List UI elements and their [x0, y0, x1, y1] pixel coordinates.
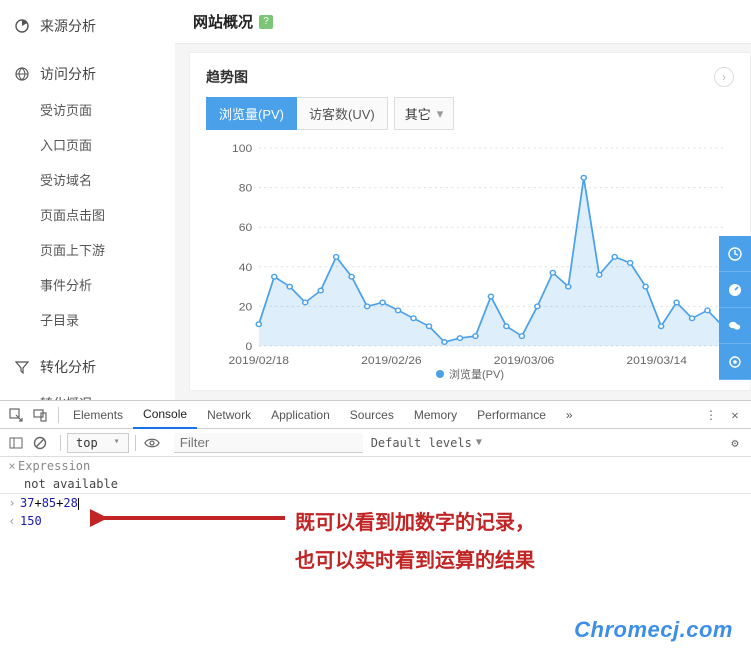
tab-uv[interactable]: 访客数(UV) — [297, 97, 388, 130]
tab-sources[interactable]: Sources — [340, 401, 404, 429]
tab-elements[interactable]: Elements — [63, 401, 133, 429]
separator — [58, 407, 59, 423]
main: 网站概况 ? 趋势图 › 浏览量(PV) 访客数(UV) 其它 ▾ 0 20 40 6… — [175, 0, 751, 400]
legend-dot-icon — [436, 370, 444, 378]
chevron-down-icon: ▼ — [476, 437, 482, 448]
sidebar-group-label: 来源分析 — [40, 16, 96, 36]
pie-icon — [14, 18, 30, 34]
target-icon[interactable] — [719, 344, 751, 380]
watermark: Chromecj.com — [574, 617, 733, 643]
live-expression-row[interactable]: × Expression — [0, 457, 751, 475]
kebab-icon[interactable]: ⋮ — [701, 405, 721, 425]
legend-label: 浏览量(PV) — [449, 366, 504, 382]
sidebar-item-click-map[interactable]: 页面点击图 — [0, 197, 175, 232]
wechat-icon[interactable] — [719, 308, 751, 344]
sidebar-group-label: 转化分析 — [40, 357, 96, 377]
trend-card: 趋势图 › 浏览量(PV) 访客数(UV) 其它 ▾ 0 20 40 60 80 100 2… — [189, 52, 751, 391]
svg-text:60: 60 — [239, 223, 252, 234]
text-cursor — [78, 498, 79, 510]
console-output-row: ‹ 150 — [0, 512, 751, 530]
token-num: 85 — [42, 496, 56, 510]
sidebar-item-event-analysis[interactable]: 事件分析 — [0, 267, 175, 302]
trend-chart: 0 20 40 60 80 100 2019/02/18 2019/02/26 2019/03/… — [206, 142, 734, 382]
globe-icon — [14, 66, 30, 82]
not-available-text: not available — [24, 477, 118, 491]
svg-text:100: 100 — [232, 143, 252, 154]
tab-other-label: 其它 — [405, 104, 431, 123]
console-sidebar-toggle-icon[interactable] — [6, 433, 26, 453]
token-num: 28 — [63, 496, 77, 510]
chart-legend: 浏览量(PV) — [436, 366, 504, 382]
tab-pv[interactable]: 浏览量(PV) — [206, 97, 297, 130]
tab-performance[interactable]: Performance — [467, 401, 556, 429]
svg-text:0: 0 — [245, 341, 252, 352]
console-toolbar: top Default levels ▼ ⚙ — [0, 429, 751, 457]
levels-select[interactable]: Default levels ▼ — [371, 436, 482, 450]
sidebar-item-page-flow[interactable]: 页面上下游 — [0, 232, 175, 267]
close-icon[interactable]: ✕ — [725, 408, 745, 422]
sidebar-item-visited-domains[interactable]: 受访域名 — [0, 162, 175, 197]
tab-network[interactable]: Network — [197, 401, 261, 429]
svg-text:20: 20 — [239, 302, 252, 313]
separator — [135, 435, 136, 451]
float-toolbar — [719, 236, 751, 380]
svg-text:2019/02/18: 2019/02/18 — [229, 355, 289, 366]
filter-input[interactable] — [174, 433, 363, 453]
sidebar-group-conversion[interactable]: 转化分析 — [0, 349, 175, 385]
sidebar: 来源分析 访问分析 受访页面 入口页面 受访域名 页面点击图 页面上下游 事件分… — [0, 0, 175, 400]
dashboard-icon[interactable] — [719, 272, 751, 308]
chevron-down-icon: ▾ — [437, 106, 444, 122]
sidebar-group-visit[interactable]: 访问分析 — [0, 56, 175, 92]
card-title: 趋势图 — [206, 67, 248, 87]
levels-label: Default levels — [371, 436, 472, 450]
funnel-icon — [14, 359, 30, 375]
tab-console[interactable]: Console — [133, 401, 197, 429]
output-icon: ‹ — [6, 514, 18, 528]
remove-icon[interactable]: × — [6, 459, 18, 473]
console-body: × Expression not available › 37+85+28 ‹ … — [0, 457, 751, 530]
tab-overflow[interactable]: » — [556, 401, 583, 429]
page-title: 网站概况 — [193, 11, 253, 32]
expression-label: Expression — [18, 459, 90, 473]
clock-icon[interactable] — [719, 236, 751, 272]
sidebar-group-source[interactable]: 来源分析 — [0, 8, 175, 44]
result-value: 150 — [20, 514, 42, 528]
svg-text:2019/02/26: 2019/02/26 — [361, 355, 421, 366]
token-num: 37 — [20, 496, 34, 510]
sidebar-group-label: 访问分析 — [40, 64, 96, 84]
svg-text:2019/03/14: 2019/03/14 — [626, 355, 687, 366]
token-op: + — [34, 496, 41, 510]
help-badge-icon[interactable]: ? — [259, 15, 273, 29]
context-select[interactable]: top — [67, 433, 129, 453]
inspect-icon[interactable] — [6, 405, 26, 425]
sidebar-item-visited-pages[interactable]: 受访页面 — [0, 92, 175, 127]
sidebar-item-entry-pages[interactable]: 入口页面 — [0, 127, 175, 162]
svg-text:40: 40 — [239, 262, 252, 273]
page-header: 网站概况 ? — [175, 0, 751, 44]
devtools-tabbar: Elements Console Network Application Sou… — [0, 401, 751, 429]
console-input-row[interactable]: › 37+85+28 — [0, 494, 751, 512]
tab-memory[interactable]: Memory — [404, 401, 467, 429]
live-expression-value: not available — [0, 475, 751, 493]
device-icon[interactable] — [30, 405, 50, 425]
clear-console-icon[interactable] — [30, 433, 50, 453]
separator — [60, 435, 61, 451]
sidebar-item-subdir[interactable]: 子目录 — [0, 302, 175, 337]
eye-icon[interactable] — [142, 433, 162, 453]
tab-other-select[interactable]: 其它 ▾ — [394, 97, 455, 130]
svg-text:80: 80 — [239, 183, 252, 194]
gear-icon[interactable]: ⚙ — [725, 436, 745, 450]
prompt-icon: › — [6, 496, 18, 510]
tab-application[interactable]: Application — [261, 401, 340, 429]
devtools: Elements Console Network Application Sou… — [0, 400, 751, 649]
metric-tabs: 浏览量(PV) 访客数(UV) 其它 ▾ — [206, 97, 734, 130]
card-next-button[interactable]: › — [714, 67, 734, 87]
